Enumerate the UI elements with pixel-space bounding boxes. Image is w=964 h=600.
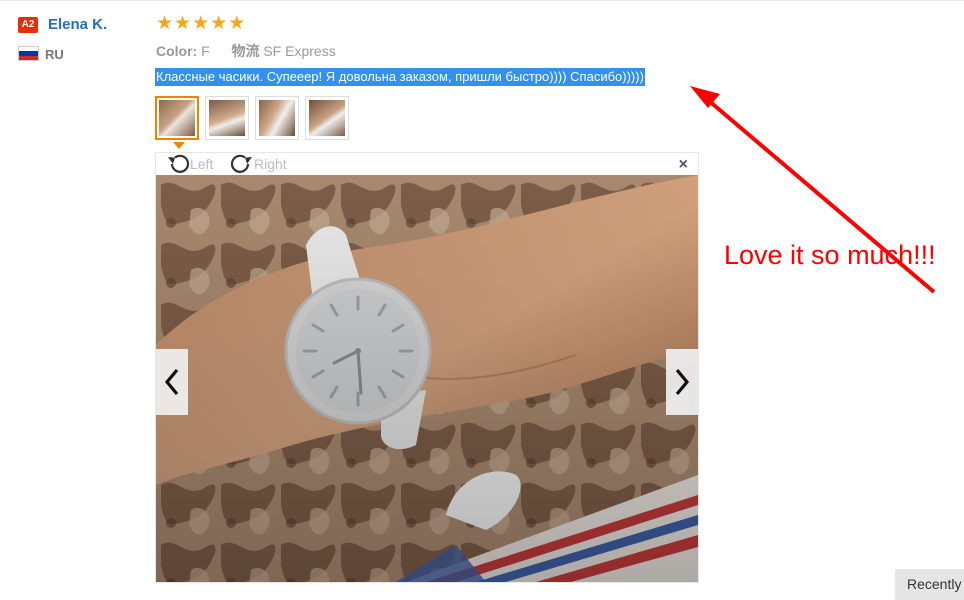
rotate-left-button[interactable]: Left [166, 153, 213, 175]
annotation-text: Love it so much!!! [724, 240, 936, 270]
star-icon: ★ [228, 13, 246, 34]
review-text: Классные часики. Супееер! Я довольна зак… [155, 68, 645, 86]
star-icon: ★ [210, 13, 228, 34]
color-label: Color: [156, 43, 198, 59]
rotate-left-icon [168, 154, 190, 173]
rotate-right-label: Right [254, 156, 287, 172]
chevron-left-icon [164, 368, 179, 396]
reviewer-country: RU [45, 47, 64, 62]
photo-thumbnail-1[interactable] [155, 96, 199, 140]
watch-photo-thumbnail [159, 100, 195, 136]
active-thumbnail-caret [173, 142, 185, 149]
close-viewer-icon[interactable]: × [679, 156, 688, 174]
reviewer-name-link[interactable]: Elena K. [48, 16, 107, 33]
star-icon: ★ [174, 13, 192, 34]
flag-stripe-red [19, 55, 38, 60]
rotate-right-button[interactable]: Right [228, 153, 287, 175]
photo-thumbnail-4[interactable] [305, 96, 349, 140]
order-attributes: Color: F 物流 SF Express [156, 41, 336, 61]
next-photo-button[interactable] [666, 349, 698, 415]
photo-viewer-toolbar: Left Right × [156, 153, 698, 175]
chevron-right-icon [675, 368, 690, 396]
photo-viewer: Left Right × [155, 152, 699, 583]
shipping-label: 物流 [231, 43, 260, 59]
photo-thumbnail-3[interactable] [255, 96, 299, 140]
watch-photo-thumbnail [309, 100, 345, 136]
star-icon: ★ [156, 13, 174, 34]
watch-photo-thumbnail [209, 100, 245, 136]
star-rating: ★ ★ ★ ★ ★ [156, 14, 245, 34]
photo-thumbnail-2[interactable] [205, 96, 249, 140]
review-photo-thumbnails [155, 96, 349, 140]
wrist-watch-photo [156, 175, 698, 582]
buyer-level-badge: A2 [18, 17, 38, 33]
top-divider [0, 0, 964, 1]
review-photo-watch-on-wrist [156, 175, 698, 582]
previous-photo-button[interactable] [156, 349, 188, 415]
color-value: F [201, 43, 210, 59]
recently-viewed-tab[interactable]: Recently [895, 569, 964, 600]
shipping-value: SF Express [263, 43, 336, 59]
star-icon: ★ [192, 13, 210, 34]
watch-photo-thumbnail [259, 100, 295, 136]
rotate-right-icon [230, 154, 252, 173]
russia-flag-icon [18, 46, 39, 61]
rotate-left-label: Left [190, 156, 214, 172]
